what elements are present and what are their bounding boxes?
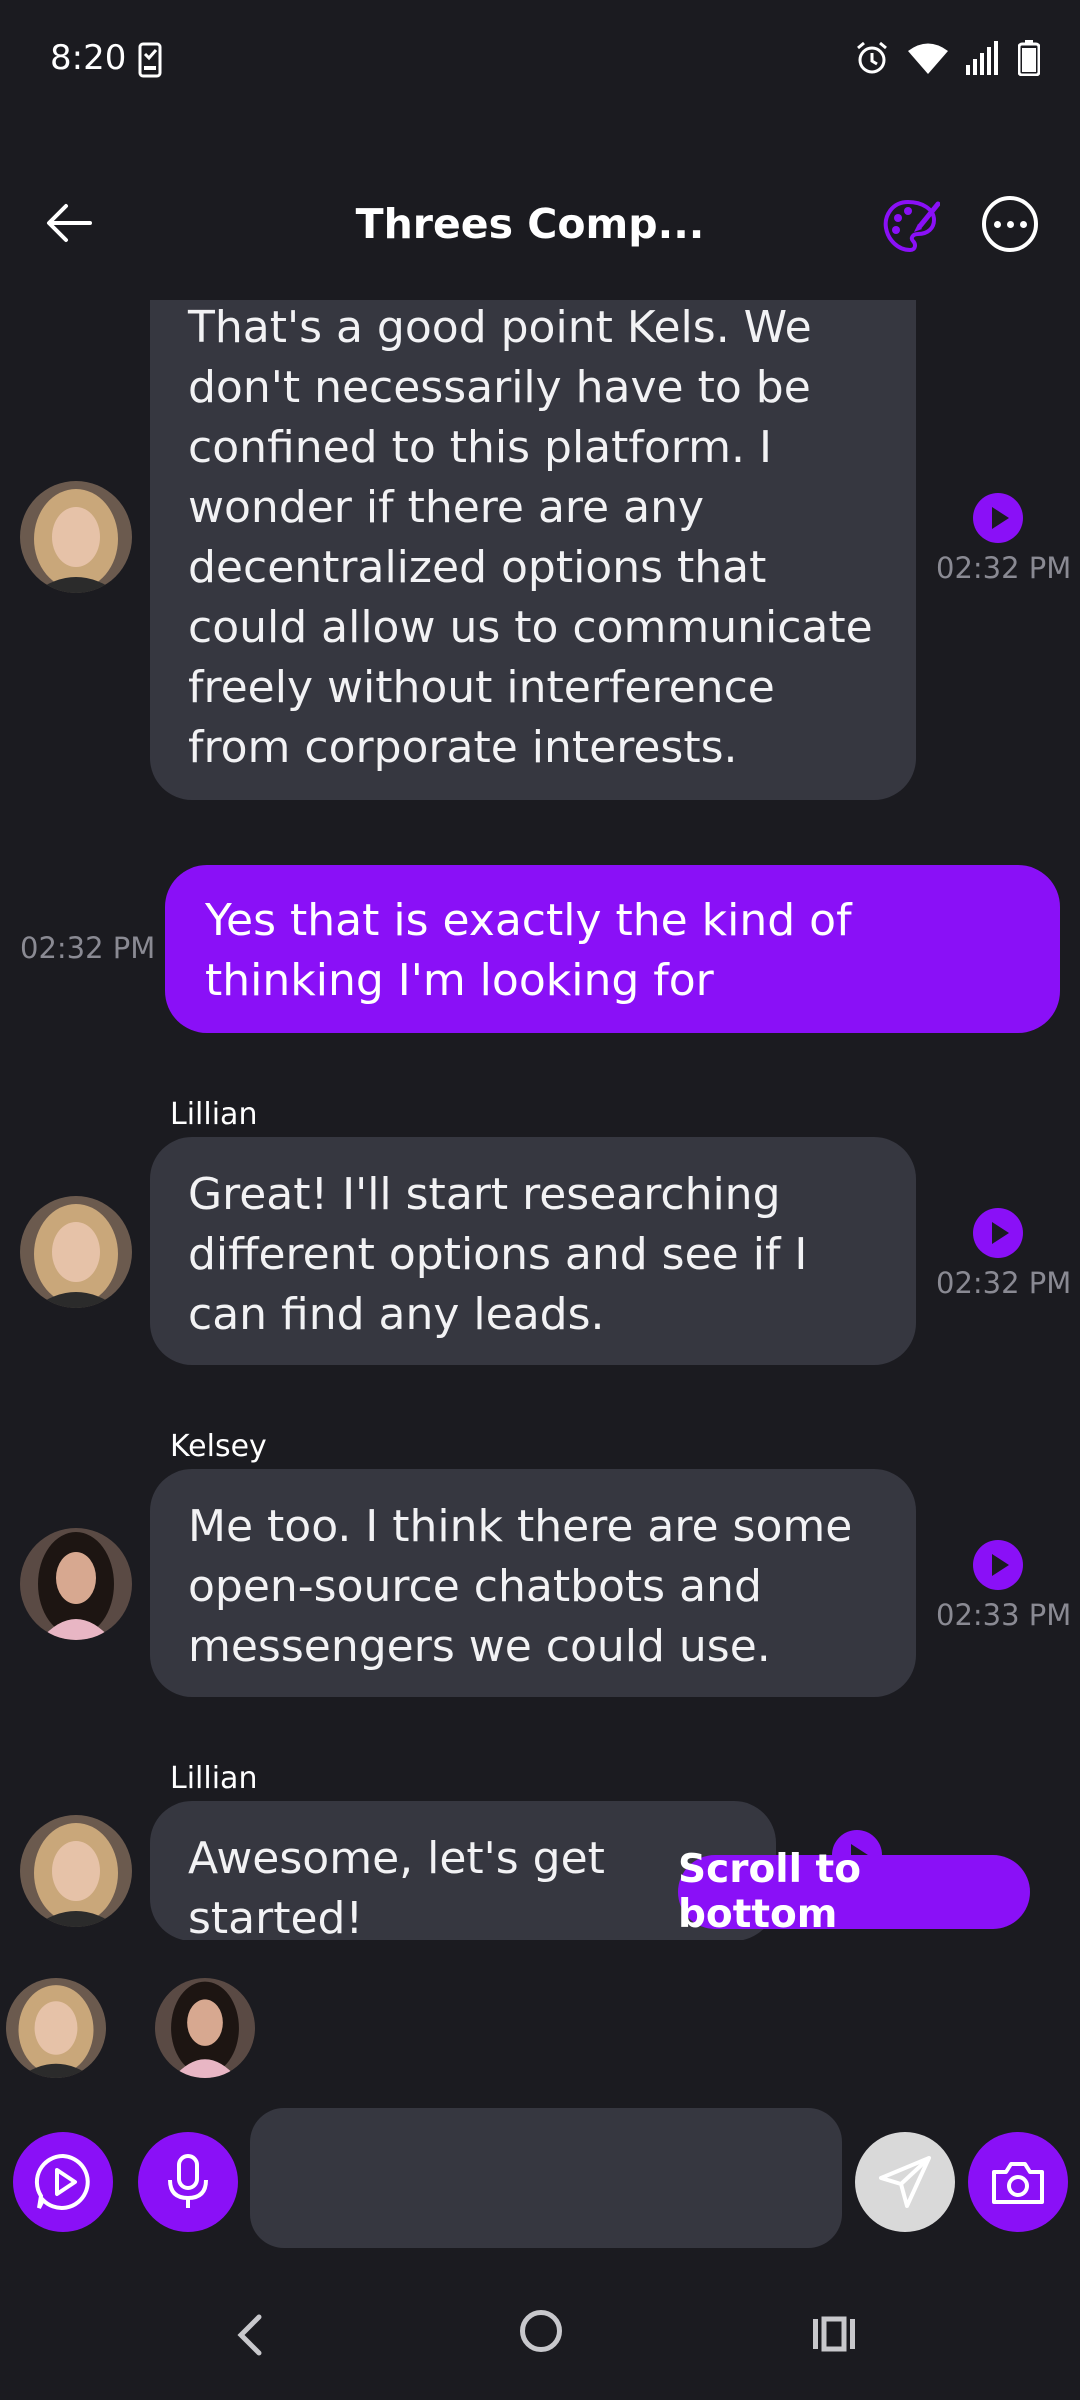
message-input[interactable] xyxy=(250,2108,842,2248)
chat-header: Threes Comp... xyxy=(0,150,1080,300)
alarm-icon xyxy=(857,41,887,74)
avatar-image xyxy=(20,481,132,593)
message-bubble[interactable]: Yes that is exactly the kind of thinking… xyxy=(165,865,1060,1033)
microphone-icon xyxy=(168,2154,208,2208)
avatar-image xyxy=(155,1978,255,2078)
message-time: 02:32 PM xyxy=(936,551,1072,585)
avatar-lillian[interactable] xyxy=(20,1196,132,1308)
nav-recents-icon[interactable] xyxy=(810,2305,860,2365)
sender-name: Lillian xyxy=(170,1761,258,1796)
video-message-button[interactable] xyxy=(13,2132,113,2232)
composer-bar xyxy=(0,2100,1080,2250)
avatar-image xyxy=(20,1815,132,1927)
camera-button[interactable] xyxy=(968,2132,1068,2232)
camera-icon xyxy=(992,2162,1044,2204)
play-audio-button[interactable] xyxy=(973,493,1023,543)
participant-avatars xyxy=(0,1975,1080,2085)
send-icon xyxy=(879,2156,931,2208)
more-options-button[interactable] xyxy=(982,196,1038,252)
task-icon xyxy=(138,42,162,78)
avatar-image xyxy=(20,1196,132,1308)
message-time: 02:32 PM xyxy=(20,931,156,965)
wifi-icon xyxy=(908,43,948,74)
avatar-kelsey[interactable] xyxy=(155,1978,255,2078)
chat-title[interactable]: Threes Comp... xyxy=(300,200,760,248)
nav-home-icon[interactable] xyxy=(520,2310,562,2352)
back-button[interactable] xyxy=(36,190,102,256)
sender-name: Lillian xyxy=(170,1097,258,1132)
play-audio-button[interactable] xyxy=(973,1540,1023,1590)
message-bubble[interactable]: Great! I'll start researching different … xyxy=(150,1137,916,1365)
arrow-left-icon xyxy=(47,204,92,242)
palette-icon[interactable] xyxy=(880,196,940,256)
battery-icon xyxy=(1018,40,1040,76)
avatar-image xyxy=(6,1978,106,2078)
message-bubble[interactable]: Me too. I think there are some open-sour… xyxy=(150,1469,916,1697)
status-bar: 8:20 xyxy=(0,0,1080,125)
message-bubble[interactable]: That's a good point Kels. We don't neces… xyxy=(150,300,916,800)
sender-name: Kelsey xyxy=(170,1429,267,1464)
more-horizontal-icon xyxy=(993,220,1001,228)
send-button[interactable] xyxy=(855,2132,955,2232)
system-navigation-bar xyxy=(0,2280,1080,2400)
play-audio-button[interactable] xyxy=(973,1208,1023,1258)
message-time: 02:33 PM xyxy=(936,1598,1072,1632)
avatar-lillian[interactable] xyxy=(20,1815,132,1927)
avatar-lillian[interactable] xyxy=(6,1978,106,2078)
voice-message-button[interactable] xyxy=(138,2132,238,2232)
scroll-to-bottom-button[interactable]: Scroll to bottom xyxy=(678,1847,1030,1937)
avatar-lillian[interactable] xyxy=(20,481,132,593)
message-time: 02:32 PM xyxy=(936,1266,1072,1300)
status-time: 8:20 xyxy=(50,38,127,78)
avatar-kelsey[interactable] xyxy=(20,1528,132,1640)
play-bubble-icon xyxy=(34,2153,90,2210)
message-list[interactable]: That's a good point Kels. We don't neces… xyxy=(0,300,1080,1940)
status-icons xyxy=(854,40,1040,76)
signal-icon xyxy=(966,41,998,75)
nav-back-icon[interactable] xyxy=(225,2305,275,2365)
avatar-image xyxy=(20,1528,132,1640)
